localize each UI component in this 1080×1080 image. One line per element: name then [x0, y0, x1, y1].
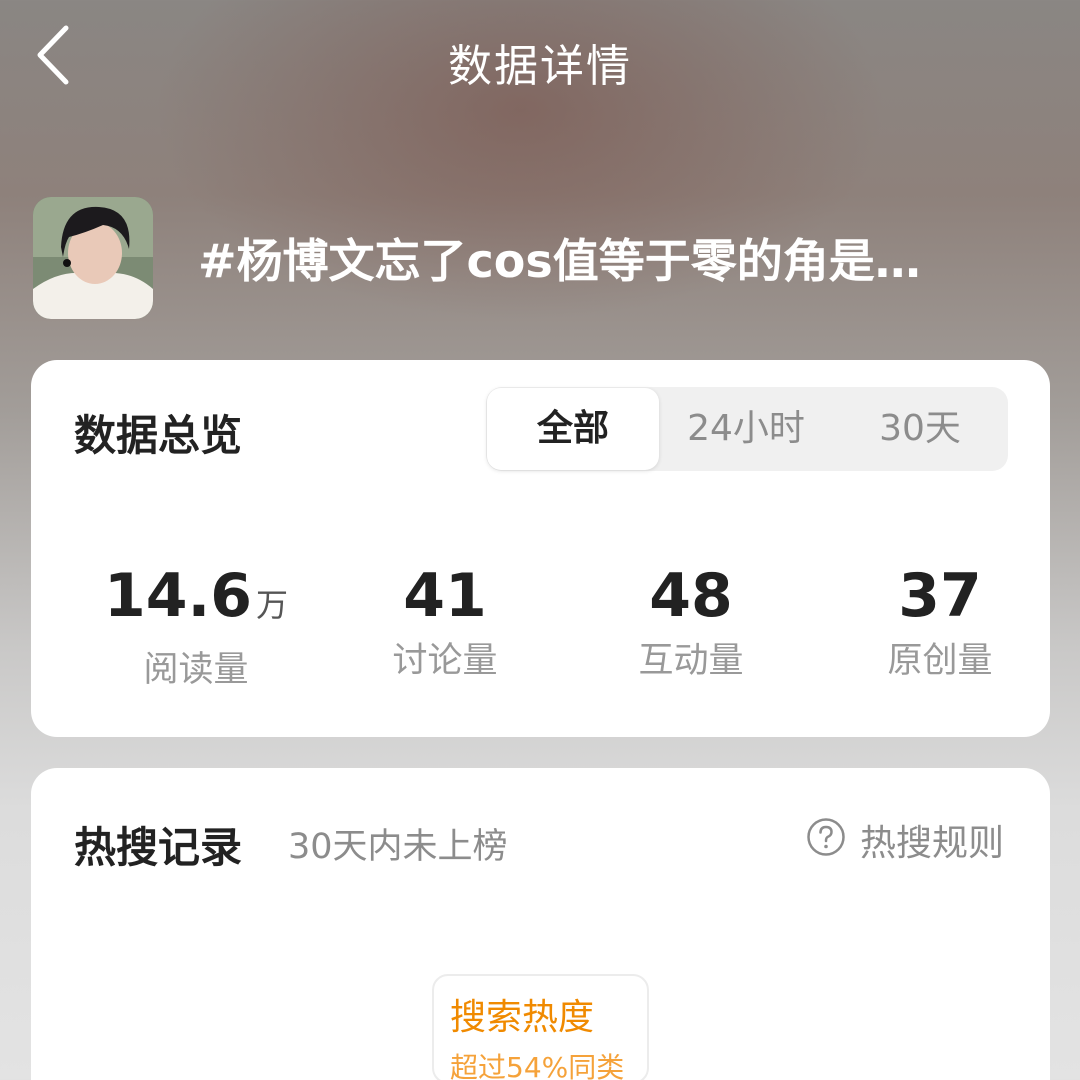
hot-search-title: 热搜记录 [74, 823, 243, 872]
topic-title[interactable]: #杨博文忘了cos值等于零的角是… [198, 225, 1033, 291]
hot-search-subtitle: 30天内未上榜 [288, 827, 508, 867]
avatar-image [33, 197, 153, 319]
time-range-tabs: 全部 24小时 30天 [486, 387, 1008, 471]
stat-originals-label: 原创量 [887, 641, 993, 681]
stat-originals[interactable]: 37 原创量 [815, 560, 1065, 683]
stat-originals-value: 37 [898, 561, 982, 631]
hot-search-rules-link[interactable]: 热搜规则 [806, 814, 1016, 864]
stat-interactions-value: 48 [649, 561, 733, 631]
help-circle-icon [807, 818, 845, 856]
navigation-bar: 数据详情 [0, 0, 1080, 120]
avatar[interactable] [33, 197, 153, 319]
stat-reads-label: 阅读量 [143, 650, 249, 690]
overview-title: 数据总览 [74, 411, 243, 460]
overview-card: 数据总览 全部 24小时 30天 14.6 万 阅读量 41 讨论量 48 互动量… [31, 360, 1050, 737]
search-heat-percentile: 超过54%同类 [450, 1051, 625, 1080]
hot-search-rules-label: 热搜规则 [860, 823, 1005, 864]
tab-24h[interactable]: 24小时 [659, 387, 833, 471]
tab-30d[interactable]: 30天 [833, 387, 1007, 471]
search-heat-title: 搜索热度 [450, 997, 595, 1038]
stat-reads-unit: 万 [256, 586, 289, 624]
stat-interactions[interactable]: 48 互动量 [566, 560, 816, 683]
stat-discussions[interactable]: 41 讨论量 [320, 560, 570, 683]
stat-reads-value-row: 14.6 万 [71, 560, 321, 641]
stat-reads[interactable]: 14.6 万 阅读量 [71, 560, 321, 692]
stat-discussions-value: 41 [403, 561, 487, 631]
page-title: 数据详情 [448, 41, 632, 92]
stat-interactions-label: 互动量 [638, 641, 744, 681]
stat-reads-value: 14.6 [103, 561, 253, 631]
tab-all[interactable]: 全部 [487, 388, 659, 470]
stat-discussions-label: 讨论量 [392, 641, 498, 681]
search-heat-badge[interactable]: 搜索热度 超过54%同类 [432, 974, 649, 1080]
topic-header: #杨博文忘了cos值等于零的角是… [33, 197, 1043, 319]
hot-search-card: 热搜记录 30天内未上榜 热搜规则 搜索热度 超过54%同类 [31, 768, 1050, 1080]
